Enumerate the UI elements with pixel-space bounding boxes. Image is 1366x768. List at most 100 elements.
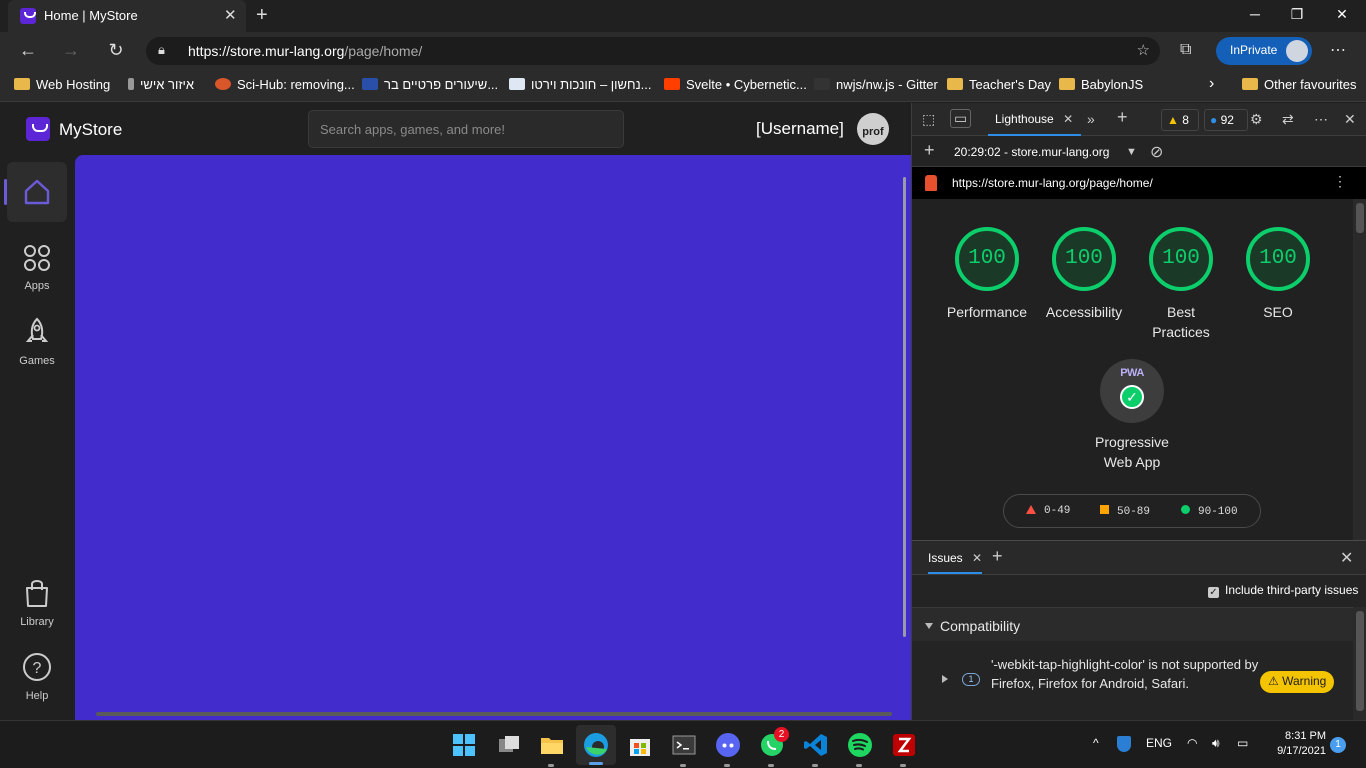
- bookmark-item[interactable]: Sci-Hub: removing...: [215, 77, 355, 92]
- minimize-button[interactable]: ─: [1245, 6, 1265, 22]
- main-content-area: [75, 155, 911, 720]
- report-scrollbar[interactable]: [1353, 199, 1366, 540]
- filezilla-button[interactable]: [890, 731, 918, 767]
- chevron-down-icon[interactable]: ▼: [1126, 146, 1137, 158]
- info-icon: ●: [1210, 113, 1218, 127]
- expand-triangle-icon[interactable]: [942, 675, 948, 683]
- connected-devices-icon[interactable]: ⇄: [1282, 111, 1294, 128]
- discord-button[interactable]: [714, 731, 742, 767]
- gear-icon[interactable]: ⚙: [1250, 111, 1263, 128]
- scrollbar-thumb[interactable]: [1356, 611, 1364, 711]
- close-drawer-icon[interactable]: ✕: [1340, 548, 1353, 568]
- pwa-badge[interactable]: PWA ✓ Progressive Web App: [1082, 359, 1182, 472]
- customize-menu-icon[interactable]: ⋯: [1314, 111, 1328, 128]
- start-button[interactable]: [450, 731, 478, 759]
- edge-button[interactable]: [576, 725, 616, 765]
- tab-close-icon[interactable]: ✕: [224, 6, 237, 24]
- sidebar-item-home[interactable]: [4, 162, 67, 222]
- tab-lighthouse[interactable]: Lighthouse ✕: [988, 103, 1082, 136]
- sidebar-item-library[interactable]: Library: [7, 578, 67, 628]
- task-view-button[interactable]: [495, 731, 523, 759]
- score-label: SEO: [1263, 304, 1293, 320]
- spotify-button[interactable]: [846, 731, 874, 767]
- mystore-logo-icon[interactable]: [26, 117, 50, 141]
- square-icon: [1100, 505, 1109, 514]
- close-tab-icon[interactable]: ✕: [972, 551, 982, 565]
- volume-icon[interactable]: 🔊︎: [1212, 736, 1220, 751]
- bookmark-item[interactable]: BabylonJS: [1059, 77, 1143, 92]
- battery-icon[interactable]: ▭: [1237, 736, 1248, 750]
- address-bar[interactable]: 🔒︎ https://store.mur-lang.org/page/home/…: [146, 37, 1160, 65]
- score-gauge-best-practices[interactable]: 100 Best Practices: [1133, 227, 1229, 342]
- bookmark-item[interactable]: Svelte • Cybernetic...: [664, 77, 807, 92]
- add-tab-icon[interactable]: +: [992, 546, 1003, 567]
- browser-tab[interactable]: Home | MyStore ✕: [8, 0, 246, 32]
- sidebar-item-games[interactable]: Games: [7, 317, 67, 367]
- maximize-button[interactable]: ❐: [1287, 6, 1307, 23]
- collections-icon[interactable]: ⧉: [1180, 41, 1191, 59]
- third-party-checkbox[interactable]: ✓ Include third-party issues: [1208, 583, 1358, 598]
- window-close-button[interactable]: ✕: [1332, 6, 1352, 23]
- close-tab-icon[interactable]: ✕: [1063, 112, 1073, 126]
- checkbox-icon[interactable]: ✓: [1208, 587, 1219, 598]
- running-indicator: [548, 764, 554, 767]
- bookmark-item[interactable]: איזור אישי: [128, 77, 194, 92]
- avatar[interactable]: prof: [857, 113, 889, 145]
- report-menu-icon[interactable]: ⋮: [1333, 173, 1347, 190]
- inprivate-profile-button[interactable]: InPrivate: [1216, 37, 1312, 65]
- folder-icon: [947, 78, 963, 90]
- more-tabs-icon[interactable]: »: [1087, 111, 1095, 127]
- terminal-button[interactable]: [670, 731, 698, 767]
- sidebar-item-apps[interactable]: Apps: [7, 244, 67, 292]
- bookmark-item[interactable]: נחשון – חונכות וירטו...: [509, 77, 652, 92]
- issues-scrollbar[interactable]: [1353, 607, 1366, 721]
- chevron-up-icon[interactable]: ^: [1093, 736, 1099, 750]
- pwa-badge-circle: PWA ✓: [1100, 359, 1164, 423]
- score-gauge-accessibility[interactable]: 100 Accessibility: [1036, 227, 1132, 322]
- search-input[interactable]: [308, 110, 624, 148]
- language-indicator[interactable]: ENG: [1146, 736, 1172, 750]
- security-shield-icon[interactable]: [1117, 736, 1131, 755]
- tab-issues[interactable]: Issues ✕: [928, 551, 983, 574]
- sidebar-item-help[interactable]: ? Help: [7, 652, 67, 702]
- notification-center-badge[interactable]: 1: [1330, 737, 1346, 753]
- score-gauge-performance[interactable]: 100 Performance: [939, 227, 1035, 322]
- clear-all-icon[interactable]: ⊘: [1150, 142, 1163, 162]
- clock[interactable]: 8:31 PM 9/17/2021: [1262, 729, 1326, 759]
- bookmark-item[interactable]: Teacher's Day: [947, 77, 1051, 92]
- warning-count-badge[interactable]: ▲ 8: [1161, 109, 1199, 131]
- issue-category-compatibility[interactable]: Compatibility: [912, 607, 1353, 641]
- bookmark-item[interactable]: שיעורים פרטיים בר...: [362, 77, 498, 92]
- bookmark-item[interactable]: Web Hosting: [14, 77, 110, 92]
- forward-icon[interactable]: →: [60, 40, 82, 61]
- report-selector[interactable]: 20:29:02 - store.mur-lang.org: [954, 145, 1109, 159]
- score-gauge-seo[interactable]: 100 SEO: [1230, 227, 1326, 322]
- favorite-star-icon[interactable]: ☆: [1137, 41, 1150, 59]
- device-toolbar-icon[interactable]: ▭: [950, 109, 972, 128]
- chevron-right-icon[interactable]: ›: [1209, 75, 1214, 93]
- new-tab-button[interactable]: +: [256, 4, 268, 27]
- new-report-icon[interactable]: +: [924, 140, 935, 161]
- vscode-icon: [804, 734, 827, 756]
- other-favourites[interactable]: Other favourites: [1242, 77, 1357, 92]
- add-tab-icon[interactable]: +: [1117, 107, 1128, 128]
- lock-icon[interactable]: 🔒︎: [158, 42, 165, 58]
- file-explorer-button[interactable]: [538, 731, 566, 767]
- wifi-icon[interactable]: ◠: [1187, 736, 1197, 750]
- vertical-scrollbar[interactable]: [903, 177, 906, 637]
- issue-row[interactable]: 1 '-webkit-tap-highlight-color' is not s…: [912, 641, 1353, 711]
- close-devtools-icon[interactable]: ✕: [1344, 111, 1356, 128]
- whatsapp-button[interactable]: 2: [758, 727, 789, 767]
- settings-more-icon[interactable]: ⋯: [1330, 40, 1346, 60]
- score-label: Performance: [946, 304, 1028, 320]
- bookmark-item[interactable]: nwjs/nw.js - Gitter: [814, 77, 938, 92]
- scrollbar-thumb[interactable]: [1356, 203, 1364, 233]
- store-button[interactable]: [626, 731, 654, 759]
- inspect-element-icon[interactable]: ⬚: [922, 111, 935, 128]
- favorites-bar: Web Hosting איזור אישי Sci-Hub: removing…: [0, 70, 1366, 102]
- horizontal-scrollbar[interactable]: [96, 712, 892, 716]
- info-count-badge[interactable]: ● 92: [1204, 109, 1248, 131]
- back-icon[interactable]: ←: [17, 40, 39, 61]
- vscode-button[interactable]: [802, 731, 830, 767]
- refresh-icon[interactable]: ↻: [105, 40, 127, 61]
